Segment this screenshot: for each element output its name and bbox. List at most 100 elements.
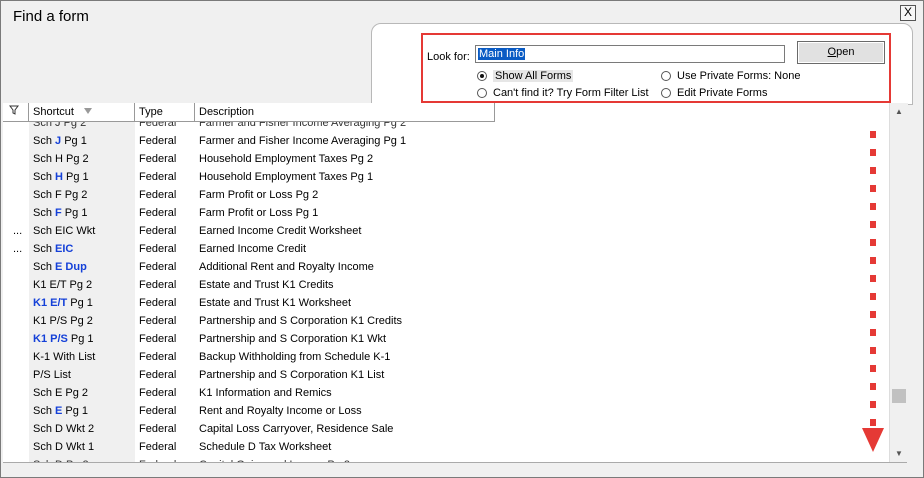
- radio-icon: [661, 71, 671, 81]
- row-marker: [3, 366, 29, 384]
- table-row[interactable]: ... Sch EIC Federal Earned Income Credit: [3, 240, 883, 258]
- table-row[interactable]: K1 P/S Pg 2 Federal Partnership and S Corp…: [3, 312, 883, 330]
- close-button[interactable]: X: [900, 5, 916, 21]
- shortcut-cell: P/S List: [29, 366, 135, 384]
- look-for-input[interactable]: Main Info: [475, 45, 785, 63]
- type-cell: Federal: [139, 351, 177, 363]
- shortcut-cell: K1 E/T Pg 2: [29, 276, 135, 294]
- table-row[interactable]: Sch F Pg 2 Federal Farm Profit or Loss Pg …: [3, 186, 883, 204]
- row-marker: [3, 312, 29, 330]
- shortcut-cell: Sch J Pg 2: [29, 122, 135, 132]
- description-cell: Household Employment Taxes Pg 2: [199, 153, 374, 165]
- table-row[interactable]: Sch H Pg 2 Federal Household Employment Ta…: [3, 150, 883, 168]
- scroll-down-icon[interactable]: ▼: [890, 445, 908, 462]
- type-cell: Federal: [139, 423, 177, 435]
- table-row[interactable]: Sch F Pg 1 Federal Farm Profit or Loss Pg …: [3, 204, 883, 222]
- sort-desc-icon: [84, 108, 93, 114]
- dialog-title: Find a form: [13, 8, 89, 25]
- row-marker: ...: [13, 225, 23, 237]
- horizontal-scrollbar[interactable]: [3, 462, 907, 477]
- type-cell: Federal: [139, 441, 177, 453]
- shortcut-cell: Sch EIC Wkt: [29, 222, 135, 240]
- type-cell: Federal: [139, 279, 177, 291]
- shortcut-cell: Sch D Wkt 1: [29, 438, 135, 456]
- radio-use-private-forms[interactable]: Use Private Forms: None: [661, 70, 800, 82]
- radio-form-filter-list[interactable]: Can't find it? Try Form Filter List: [477, 87, 649, 99]
- table-row[interactable]: K1 P/S Pg 1 Federal Partnership and S Corp…: [3, 330, 883, 348]
- table-row[interactable]: Sch D Wkt 2 Federal Capital Loss Carryover…: [3, 420, 883, 438]
- description-cell: Earned Income Credit Worksheet: [199, 225, 362, 237]
- row-marker: [3, 258, 29, 276]
- radio-icon: [661, 88, 671, 98]
- shortcut-cell: Sch F Pg 1: [29, 204, 135, 222]
- table-row[interactable]: P/S List Federal Partnership and S Corpora…: [3, 366, 883, 384]
- description-cell: Farm Profit or Loss Pg 1: [199, 207, 319, 219]
- description-cell: Household Employment Taxes Pg 1: [199, 171, 374, 183]
- type-cell: Federal: [139, 207, 177, 219]
- shortcut-cell: Sch J Pg 1: [29, 132, 135, 150]
- vertical-scrollbar[interactable]: ▲ ▼: [889, 103, 908, 462]
- row-marker: ...: [13, 243, 23, 255]
- column-header-type[interactable]: Type: [135, 103, 195, 121]
- table-row[interactable]: K-1 With List Federal Backup Withholding f…: [3, 348, 883, 366]
- description-cell: Partnership and S Corporation K1 List: [199, 369, 385, 381]
- shortcut-cell: K1 P/S Pg 1: [29, 330, 135, 348]
- open-button[interactable]: Open: [797, 41, 885, 64]
- radio-label: Use Private Forms: None: [677, 70, 801, 82]
- shortcut-cell: K-1 With List: [29, 348, 135, 366]
- look-for-value: Main Info: [478, 48, 526, 60]
- row-marker: [3, 384, 29, 402]
- row-marker: [3, 186, 29, 204]
- table-row[interactable]: Sch E Pg 1 Federal Rent and Royalty Income…: [3, 402, 883, 420]
- scroll-thumb[interactable]: [892, 389, 906, 403]
- row-marker: [3, 330, 29, 348]
- shortcut-cell: Sch F Pg 2: [29, 186, 135, 204]
- table-row[interactable]: K1 E/T Pg 1 Federal Estate and Trust K1 Wo…: [3, 294, 883, 312]
- radio-show-all-forms[interactable]: Show All Forms: [477, 70, 574, 82]
- table-row[interactable]: Sch E Pg 2 Federal K1 Information and Remi…: [3, 384, 883, 402]
- type-cell: Federal: [139, 369, 177, 381]
- description-cell: Estate and Trust K1 Worksheet: [199, 297, 352, 309]
- description-cell: Earned Income Credit: [199, 243, 306, 255]
- table-row[interactable]: Sch E Dup Federal Additional Rent and Roya…: [3, 258, 883, 276]
- filter-icon[interactable]: [3, 103, 29, 121]
- table-row[interactable]: Sch J Pg 2 Federal Farmer and Fisher Inc…: [3, 122, 883, 132]
- type-cell: Federal: [139, 315, 177, 327]
- row-marker: [3, 204, 29, 222]
- open-button-label: Open: [827, 46, 855, 58]
- description-cell: K1 Information and Remics: [199, 387, 332, 399]
- description-cell: Partnership and S Corporation K1 Wkt: [199, 333, 387, 345]
- shortcut-cell: Sch D Wkt 2: [29, 420, 135, 438]
- description-cell: Rent and Royalty Income or Loss: [199, 405, 362, 417]
- row-marker: [3, 168, 29, 186]
- table-row[interactable]: K1 E/T Pg 2 Federal Estate and Trust K1 Cr…: [3, 276, 883, 294]
- type-cell: Federal: [139, 171, 177, 183]
- description-cell: Estate and Trust K1 Credits: [199, 279, 334, 291]
- type-cell: Federal: [139, 405, 177, 417]
- shortcut-cell: Sch E Dup: [29, 258, 135, 276]
- radio-selected-icon: [477, 71, 487, 81]
- table-row[interactable]: Sch H Pg 1 Federal Household Employment Ta…: [3, 168, 883, 186]
- shortcut-cell: Sch H Pg 2: [29, 150, 135, 168]
- shortcut-cell: Sch H Pg 1: [29, 168, 135, 186]
- table-body: Sch J Pg 2 Federal Farmer and Fisher Inc…: [3, 122, 883, 462]
- type-cell: Federal: [139, 135, 177, 147]
- row-marker: [3, 132, 29, 150]
- column-header-shortcut[interactable]: Shortcut: [29, 103, 135, 121]
- description-cell: Farmer and Fisher Income Averaging Pg 2: [199, 122, 407, 129]
- type-cell: Federal: [139, 387, 177, 399]
- table-row[interactable]: Sch D Wkt 1 Federal Schedule D Tax Workshe…: [3, 438, 883, 456]
- shortcut-cell: Sch E Pg 2: [29, 384, 135, 402]
- scroll-up-icon[interactable]: ▲: [890, 103, 908, 120]
- row-marker: [3, 294, 29, 312]
- radio-edit-private-forms[interactable]: Edit Private Forms: [661, 87, 767, 99]
- table-row[interactable]: ... Sch EIC Wkt Federal Earned Income Credi…: [3, 222, 883, 240]
- description-cell: Capital Loss Carryover, Residence Sale: [199, 423, 394, 435]
- table-row[interactable]: Sch J Pg 1 Federal Farmer and Fisher Incom…: [3, 132, 883, 150]
- column-header-description[interactable]: Description: [195, 103, 495, 121]
- shortcut-cell: K1 E/T Pg 1: [29, 294, 135, 312]
- row-marker: [3, 420, 29, 438]
- radio-label: Edit Private Forms: [677, 87, 768, 99]
- type-cell: Federal: [139, 122, 177, 129]
- description-cell: Partnership and S Corporation K1 Credits: [199, 315, 402, 327]
